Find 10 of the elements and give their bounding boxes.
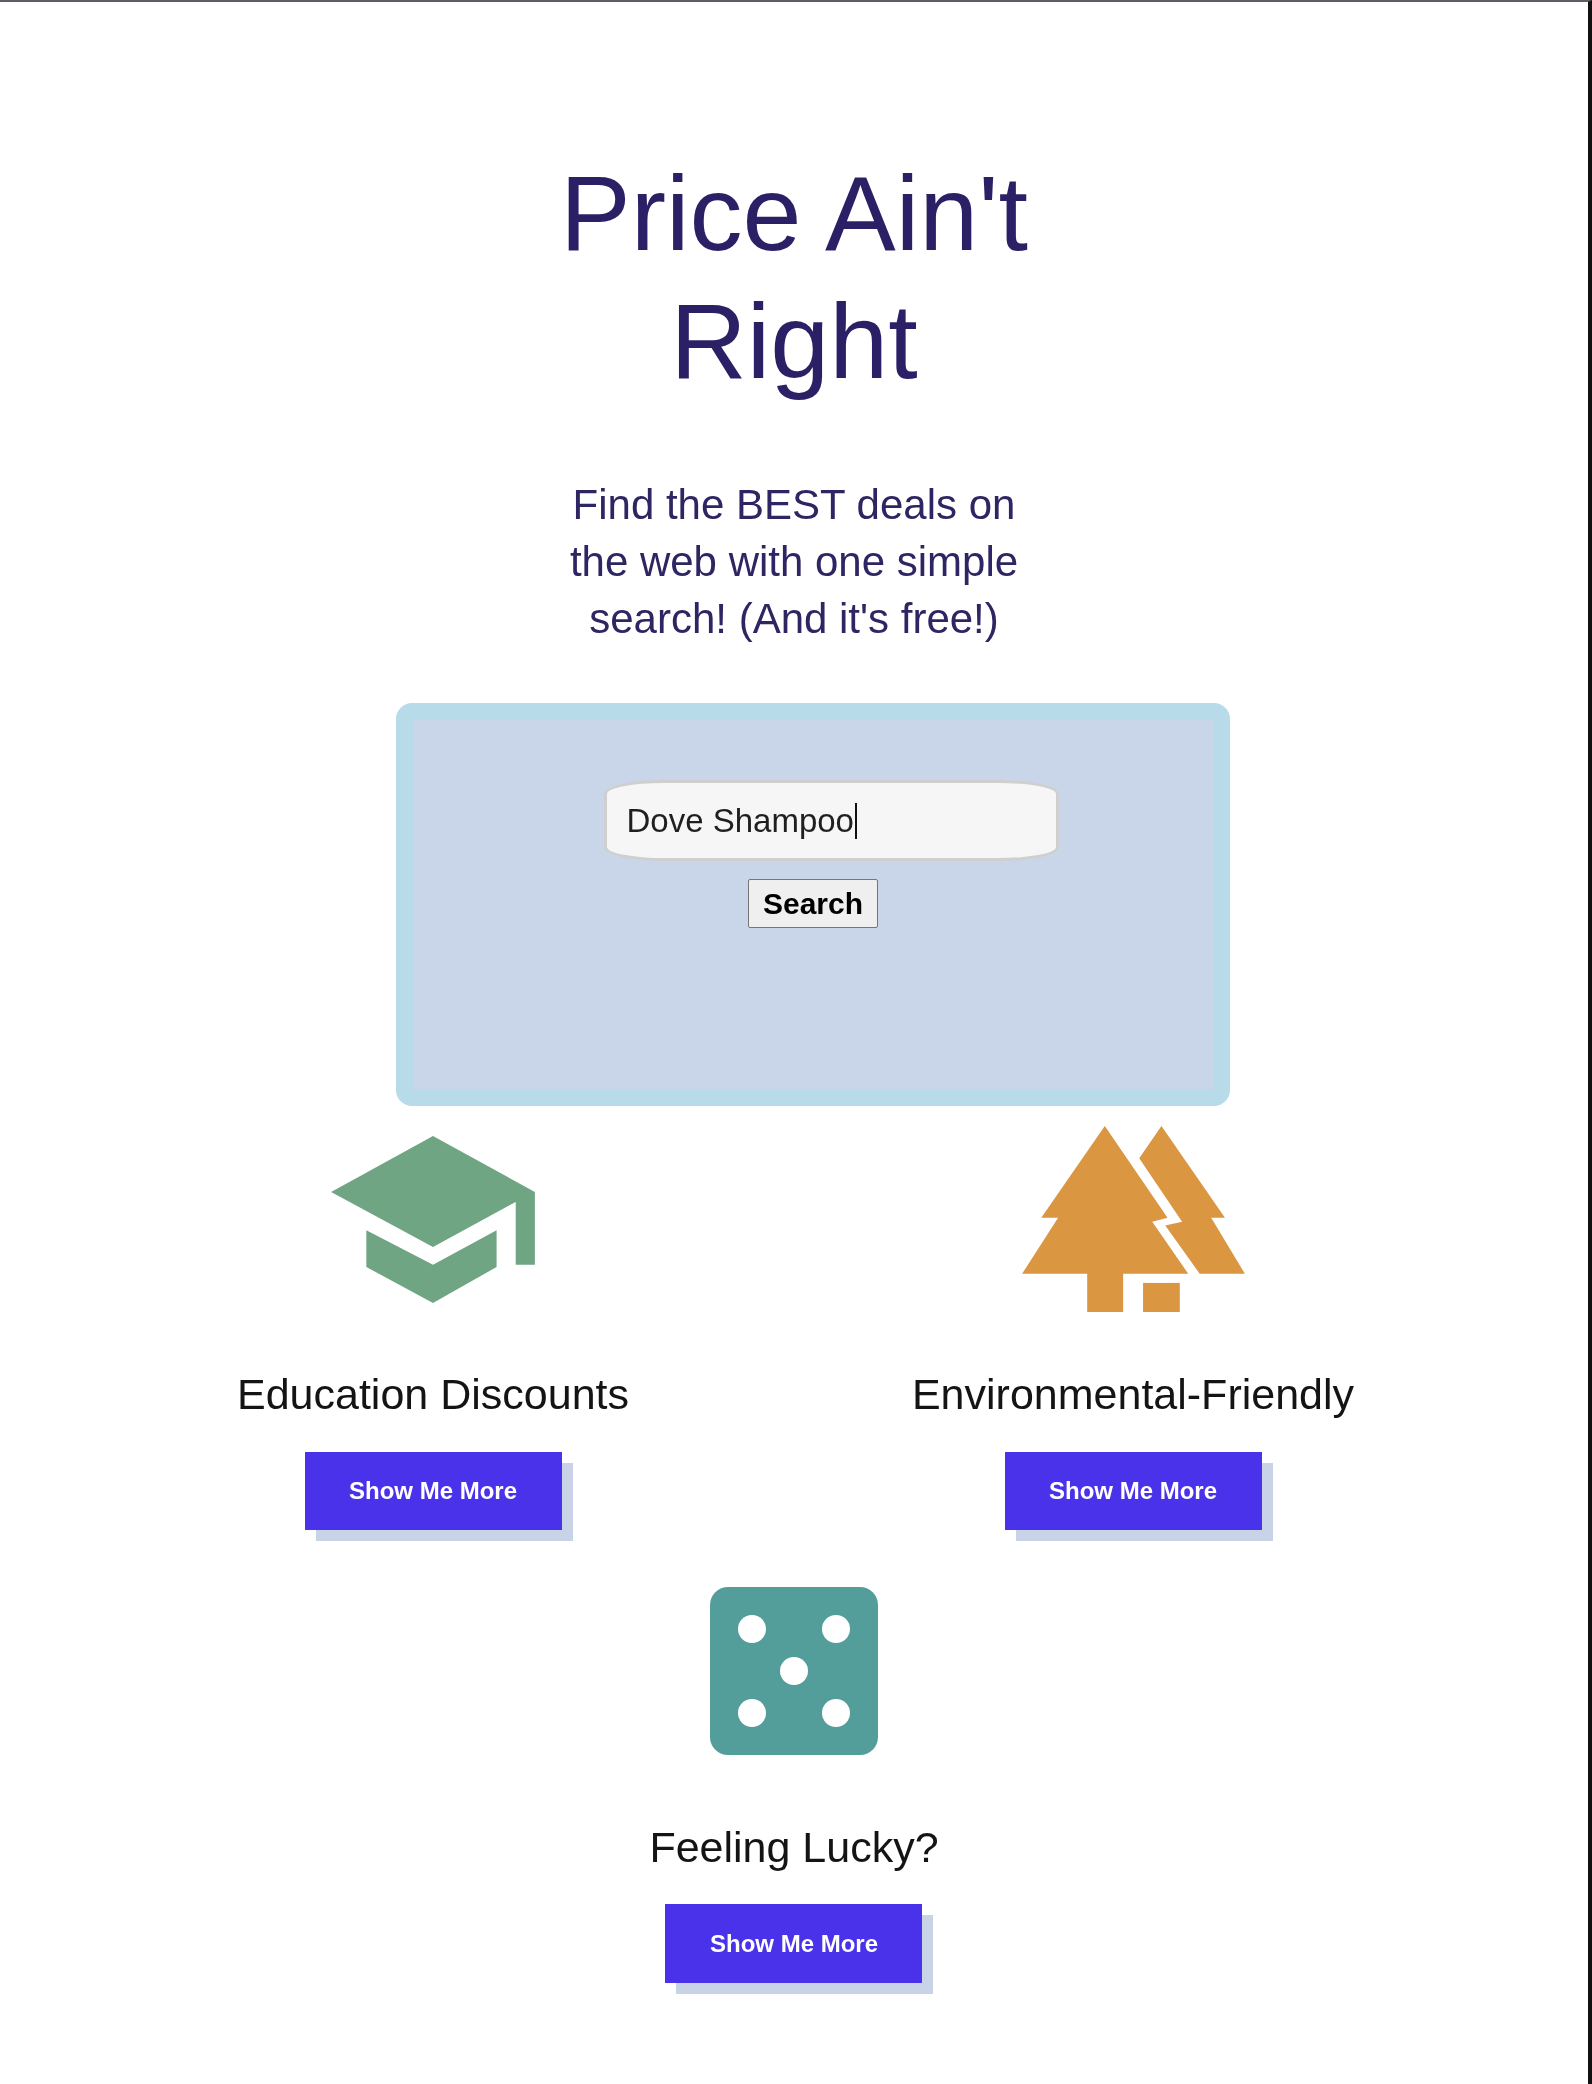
search-button[interactable]: Search: [748, 879, 878, 928]
search-field[interactable]: Dove Shampoo: [603, 780, 1059, 861]
site-title: Price Ain't Right: [559, 153, 1029, 402]
feature-title: Environmental-Friendly: [911, 1369, 1355, 1420]
feature-title: Education Discounts: [237, 1369, 629, 1420]
tagline: Find the BEST deals on the web with one simple search! (And it's free!): [568, 480, 1020, 644]
graduation-cap-icon: [331, 1135, 535, 1303]
feature-title: Feeling Lucky?: [649, 1822, 939, 1873]
dice-icon: [710, 1587, 878, 1755]
pine-trees-icon: [1021, 1126, 1245, 1312]
